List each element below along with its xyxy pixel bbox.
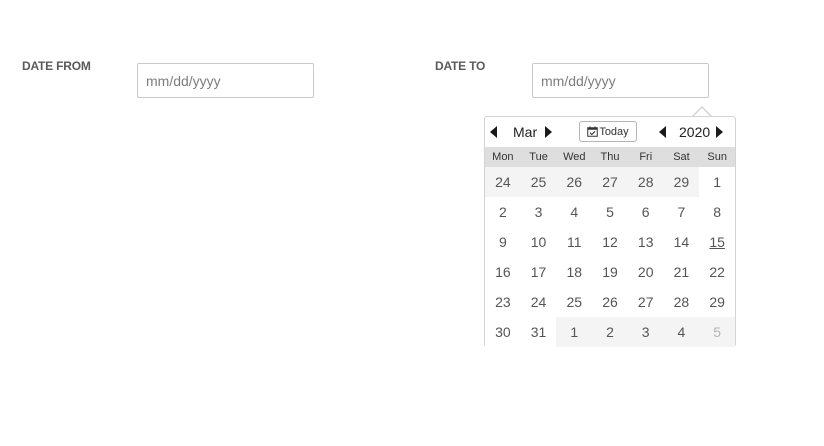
calendar-day[interactable]: 19: [592, 257, 628, 287]
weekday-header: Tue: [529, 151, 548, 163]
calendar-day[interactable]: 2: [485, 197, 521, 227]
calendar-day[interactable]: 25: [520, 167, 557, 197]
calendar-day[interactable]: 2: [592, 317, 628, 347]
weekday-header: Wed: [563, 151, 586, 163]
calendar-day[interactable]: 20: [627, 257, 664, 287]
weekday-header-row: Mon Tue Wed Thu Fri Sat Sun: [485, 147, 735, 167]
calendar-day[interactable]: 13: [627, 227, 664, 257]
calendar-day[interactable]: 21: [663, 257, 700, 287]
calendar-day[interactable]: 1: [699, 167, 735, 197]
datepicker-header: Mar Today 2020: [485, 117, 735, 147]
calendar-day[interactable]: 14: [663, 227, 700, 257]
calendar-day[interactable]: 30: [485, 317, 521, 347]
calendar-day[interactable]: 27: [627, 287, 664, 317]
month-next-icon[interactable]: [545, 126, 552, 138]
calendar-day[interactable]: 25: [556, 287, 593, 317]
calendar-day[interactable]: 18: [556, 257, 593, 287]
weekday-header: Sat: [673, 151, 690, 163]
calendar-day[interactable]: 26: [592, 287, 628, 317]
calendar-day[interactable]: 11: [556, 227, 593, 257]
calendar-day-grid: 24 25 26 27 28 29 1 2 3 4 5 6 7 8 9 10 11 12 13 14 15 16 17 18 1…: [485, 167, 735, 347]
weekday-header: Thu: [600, 151, 620, 163]
calendar-day-today[interactable]: 15: [699, 227, 735, 257]
calendar-day[interactable]: 8: [699, 197, 735, 227]
calendar-day[interactable]: 3: [627, 317, 664, 347]
year-label[interactable]: 2020: [679, 124, 710, 140]
calendar-day[interactable]: 3: [520, 197, 557, 227]
calendar-day[interactable]: 7: [663, 197, 700, 227]
calendar-day[interactable]: 27: [592, 167, 628, 197]
calendar-day[interactable]: 10: [520, 227, 557, 257]
month-label[interactable]: Mar: [513, 124, 537, 140]
date-to-input[interactable]: [532, 63, 709, 98]
calendar-day[interactable]: 28: [663, 287, 700, 317]
calendar-day[interactable]: 16: [485, 257, 521, 287]
date-from-label: DATE FROM: [22, 59, 91, 73]
date-to-label: DATE TO: [435, 59, 486, 73]
date-from-input[interactable]: [137, 63, 314, 98]
calendar-day[interactable]: 5: [592, 197, 628, 227]
calendar-day[interactable]: 26: [556, 167, 593, 197]
weekday-header: Mon: [492, 151, 514, 163]
calendar-day[interactable]: 28: [627, 167, 664, 197]
datepicker-popup: Mar Today 2020 Mon Tue Wed Thu Fri Sat Sun 24 2…: [484, 116, 736, 347]
calendar-day[interactable]: 23: [485, 287, 521, 317]
calendar-day[interactable]: 29: [663, 167, 700, 197]
calendar-day[interactable]: 4: [556, 197, 593, 227]
month-prev-icon[interactable]: [490, 126, 497, 138]
calendar-day[interactable]: 4: [663, 317, 700, 347]
calendar-day[interactable]: 1: [556, 317, 593, 347]
weekday-header: Fri: [639, 151, 653, 163]
weekday-header: Sun: [707, 151, 727, 163]
today-button-label: Today: [599, 125, 629, 138]
calendar-day[interactable]: 22: [699, 257, 735, 287]
today-button[interactable]: Today: [579, 121, 637, 142]
calendar-day[interactable]: 24: [520, 287, 557, 317]
calendar-check-icon: [587, 126, 599, 137]
calendar-day[interactable]: 12: [592, 227, 628, 257]
calendar-day[interactable]: 9: [485, 227, 521, 257]
calendar-day[interactable]: 24: [485, 167, 521, 197]
year-next-icon[interactable]: [716, 126, 723, 138]
calendar-day[interactable]: 6: [627, 197, 664, 227]
year-prev-icon[interactable]: [659, 126, 666, 138]
calendar-day[interactable]: 31: [520, 317, 557, 347]
calendar-day[interactable]: 17: [520, 257, 557, 287]
calendar-day[interactable]: 5: [699, 317, 735, 347]
calendar-day[interactable]: 29: [699, 287, 735, 317]
